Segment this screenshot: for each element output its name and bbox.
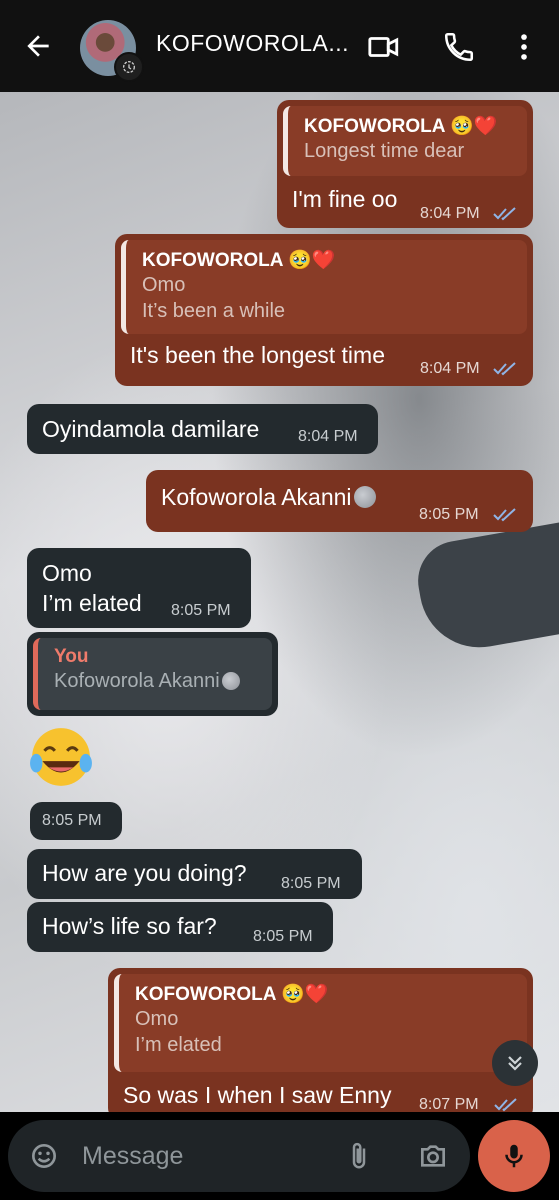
reply-quote[interactable]: KOFOWOROLA 🥹❤️ Omo It’s been a while <box>121 240 527 334</box>
tears-of-joy-emoji-icon <box>30 728 92 786</box>
message-time: 8:05 PM <box>419 506 479 523</box>
message-bubble-outgoing[interactable]: KOFOWOROLA 🥹❤️ Longest time dear I'm fin… <box>277 100 533 228</box>
message-composer[interactable]: Message <box>8 1120 470 1192</box>
contact-name[interactable]: KOFOWOROLA... <box>156 30 349 57</box>
quote-text: I’m elated <box>135 1034 222 1056</box>
message-bubble-incoming[interactable]: Oyindamola damilare 8:04 PM <box>27 404 378 454</box>
quote-author: You <box>54 646 89 667</box>
voice-message-button[interactable] <box>478 1120 550 1192</box>
status-ring-icon <box>114 52 144 82</box>
message-time: 8:05 PM <box>42 812 102 829</box>
quote-author: KOFOWOROLA 🥹❤️ <box>304 116 498 137</box>
message-text: Oyindamola damilare <box>42 416 260 442</box>
video-call-icon[interactable] <box>367 30 401 64</box>
moon-emoji-icon <box>221 672 240 690</box>
message-time: 8:04 PM <box>298 428 358 445</box>
chat-header: KOFOWOROLA... <box>0 0 559 92</box>
back-arrow-icon[interactable] <box>22 30 54 62</box>
message-text: How’s life so far? <box>42 913 217 939</box>
message-bubble-incoming[interactable]: Omo I’m elated 8:05 PM <box>27 548 251 628</box>
quote-text: Longest time dear <box>304 140 465 162</box>
message-time: 8:04 PM <box>420 205 480 222</box>
message-time: 8:05 PM <box>281 875 341 892</box>
message-text: I'm fine oo <box>292 186 398 212</box>
message-text: Kofoworola Akanni <box>161 484 376 511</box>
message-text: I’m elated <box>42 590 142 616</box>
message-text: Omo <box>42 560 92 586</box>
message-bubble-outgoing[interactable]: KOFOWOROLA 🥹❤️ Omo It’s been a while It'… <box>115 234 533 386</box>
message-bubble-incoming[interactable]: How are you doing? 8:05 PM <box>27 849 362 899</box>
quote-author: KOFOWOROLA 🥹❤️ <box>142 250 336 271</box>
sticker-emoji-icon[interactable] <box>28 1140 60 1172</box>
scroll-to-bottom-button[interactable] <box>492 1040 538 1086</box>
message-text: How are you doing? <box>42 860 247 886</box>
double-chevron-down-icon <box>508 1056 522 1071</box>
read-ticks-icon <box>494 1098 517 1112</box>
message-time: 8:05 PM <box>171 602 231 619</box>
message-text-content: Kofoworola Akanni <box>161 484 352 510</box>
read-ticks-icon <box>493 207 516 221</box>
phone-icon[interactable] <box>442 30 476 64</box>
camera-icon[interactable] <box>416 1140 450 1172</box>
read-ticks-icon <box>493 508 516 522</box>
more-vert-icon[interactable] <box>507 30 541 64</box>
message-text: It's been the longest time <box>130 342 385 368</box>
reply-quote[interactable]: You Kofoworola Akanni <box>33 638 272 710</box>
quote-text: Omo <box>142 274 186 296</box>
quote-text-content: Kofoworola Akanni <box>54 670 220 692</box>
message-bubble-incoming[interactable]: 8:05 PM <box>30 802 122 840</box>
quote-text: Kofoworola Akanni <box>54 668 272 694</box>
moon-emoji-icon <box>353 486 376 508</box>
wallpaper-decoration <box>411 517 559 657</box>
microphone-icon <box>505 1144 523 1168</box>
message-time: 8:04 PM <box>420 360 480 377</box>
attach-icon[interactable] <box>344 1140 374 1172</box>
message-bubble-outgoing[interactable]: KOFOWOROLA 🥹❤️ Omo I’m elated So was I w… <box>108 968 533 1120</box>
reply-quote[interactable]: KOFOWOROLA 🥹❤️ Longest time dear <box>283 106 527 176</box>
message-bubble-outgoing[interactable]: Kofoworola Akanni 8:05 PM <box>146 470 533 532</box>
message-input[interactable]: Message <box>82 1142 183 1171</box>
message-time: 8:05 PM <box>253 928 313 945</box>
message-bubble-incoming[interactable]: You Kofoworola Akanni <box>27 632 278 716</box>
message-text: So was I when I saw Enny <box>123 1082 392 1108</box>
quote-text: It’s been a while <box>142 300 286 322</box>
reply-quote[interactable]: KOFOWOROLA 🥹❤️ Omo I’m elated <box>114 974 527 1072</box>
message-bubble-incoming[interactable]: How’s life so far? 8:05 PM <box>27 902 333 952</box>
chat-background[interactable]: KOFOWOROLA 🥹❤️ Longest time dear I'm fin… <box>0 92 559 1120</box>
quote-author: KOFOWOROLA 🥹❤️ <box>135 984 329 1005</box>
read-ticks-icon <box>493 362 516 376</box>
quote-text: Omo <box>135 1008 179 1030</box>
